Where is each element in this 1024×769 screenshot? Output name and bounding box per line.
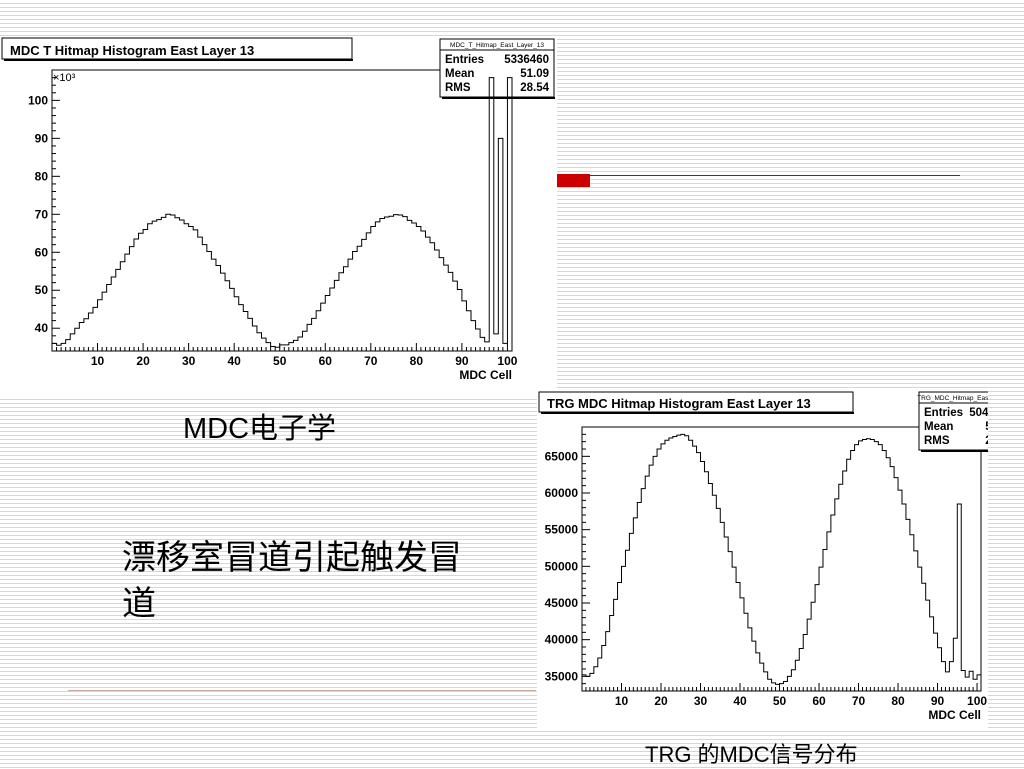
mdc-electronics-caption: MDC电子学	[183, 413, 337, 445]
trg-y-tick-label: 50000	[545, 559, 579, 573]
mdc-x-tick-label: 20	[136, 354, 150, 368]
mdc-title: MDC T Hitmap Histogram East Layer 13	[10, 43, 254, 58]
mdc-y-tick-label: 60	[35, 245, 49, 259]
mdc-y-tick-label: 90	[35, 131, 49, 145]
mdc-x-tick-label: 60	[319, 354, 333, 368]
trg-stats-name: TRG_MDC_Hitmap_East_Layer_13	[917, 395, 988, 402]
mdc-stats-label-rms: RMS	[445, 82, 471, 94]
red-divider-line	[557, 175, 960, 176]
trg-x-tick-label: 60	[812, 694, 826, 708]
mdc-x-tick-label: 90	[455, 354, 469, 368]
mdc-x-tick-label: 80	[410, 354, 424, 368]
mdc-y-tick-label: 40	[35, 321, 49, 335]
mdc-x-tick-label: 30	[182, 354, 196, 368]
trg-x-tick-label: 30	[694, 694, 708, 708]
mdc-x-tick-label: 40	[227, 354, 241, 368]
trg-y-tick-label: 35000	[545, 669, 579, 683]
mdc-x-axis-label: MDC Cell	[459, 368, 512, 382]
trg-x-axis-label: MDC Cell	[928, 708, 981, 722]
mdc-x-tick-label: 100	[497, 354, 517, 368]
red-accent-bar	[557, 174, 590, 187]
mdc-y-tick-label: 50	[35, 283, 49, 297]
trg-stats-label-entries: Entries	[924, 407, 963, 419]
trg-y-tick-label: 45000	[545, 596, 579, 610]
mdc-x-tick-label: 70	[364, 354, 378, 368]
trg-plot-frame	[581, 426, 982, 692]
mdc-stats-value-mean: 51.09	[520, 68, 549, 80]
trg-stats-label-rms: RMS	[924, 435, 950, 447]
mdc-x-tick-label: 50	[273, 354, 287, 368]
trg-mdc-signal-caption: TRG 的MDC信号分布	[645, 742, 858, 767]
trg-x-tick-label: 100	[967, 694, 987, 708]
mdc-x-tick-label: 10	[91, 354, 105, 368]
bottom-divider-line	[68, 690, 536, 691]
trg-y-tick-label: 55000	[545, 523, 579, 537]
mdc-stats-name: MDC_T_Hitmap_East_Layer_13	[450, 42, 544, 49]
trg-x-tick-label: 20	[654, 694, 668, 708]
trg-stats-value-mean: 50.61	[985, 421, 988, 433]
mdc-plot-frame	[51, 69, 513, 352]
mdc-y-tick-label: 70	[35, 207, 49, 221]
trg-y-tick-label: 65000	[545, 449, 579, 463]
trg-stats-value-entries: 5041788	[969, 407, 988, 419]
mdc-stats-value-rms: 28.54	[520, 82, 549, 94]
trg-x-tick-label: 50	[773, 694, 787, 708]
mdc-y-multiplier: ×10³	[53, 72, 76, 84]
trg-mdc-hitmap-chart: TRG MDC Hitmap Histogram East Layer 13 TR…	[538, 391, 1021, 722]
trg-x-tick-label: 80	[891, 694, 905, 708]
mdc-stats-value-entries: 5336460	[504, 54, 549, 66]
trg-x-tick-label: 90	[931, 694, 945, 708]
trg-stats-value-rms: 28.31	[985, 435, 988, 447]
trg-title: TRG MDC Hitmap Histogram East Layer 13	[547, 396, 811, 411]
mdc-y-tick-label: 100	[28, 93, 48, 107]
trg-stats-label-mean: Mean	[924, 421, 953, 433]
trg-y-tick-label: 60000	[545, 486, 579, 500]
mdc-y-tick-label: 80	[35, 169, 49, 183]
trg-x-tick-label: 10	[615, 694, 629, 708]
trg-x-tick-label: 70	[852, 694, 866, 708]
mdc-hitmap-chart-panel: MDC T Hitmap Histogram East Layer 13 MDC_…	[0, 36, 557, 398]
trg-y-tick-label: 40000	[545, 633, 579, 647]
trg-x-tick-label: 40	[733, 694, 747, 708]
mdc-stats-label-mean: Mean	[445, 68, 474, 80]
drift-chamber-caption: 漂移室冒道引起触发冒道	[122, 538, 462, 624]
trg-mdc-hitmap-chart-panel: TRG MDC Hitmap Histogram East Layer 13 TR…	[537, 388, 1021, 730]
mdc-hitmap-chart: MDC T Hitmap Histogram East Layer 13 MDC_…	[1, 37, 555, 382]
mdc-stats-label-entries: Entries	[445, 54, 484, 66]
